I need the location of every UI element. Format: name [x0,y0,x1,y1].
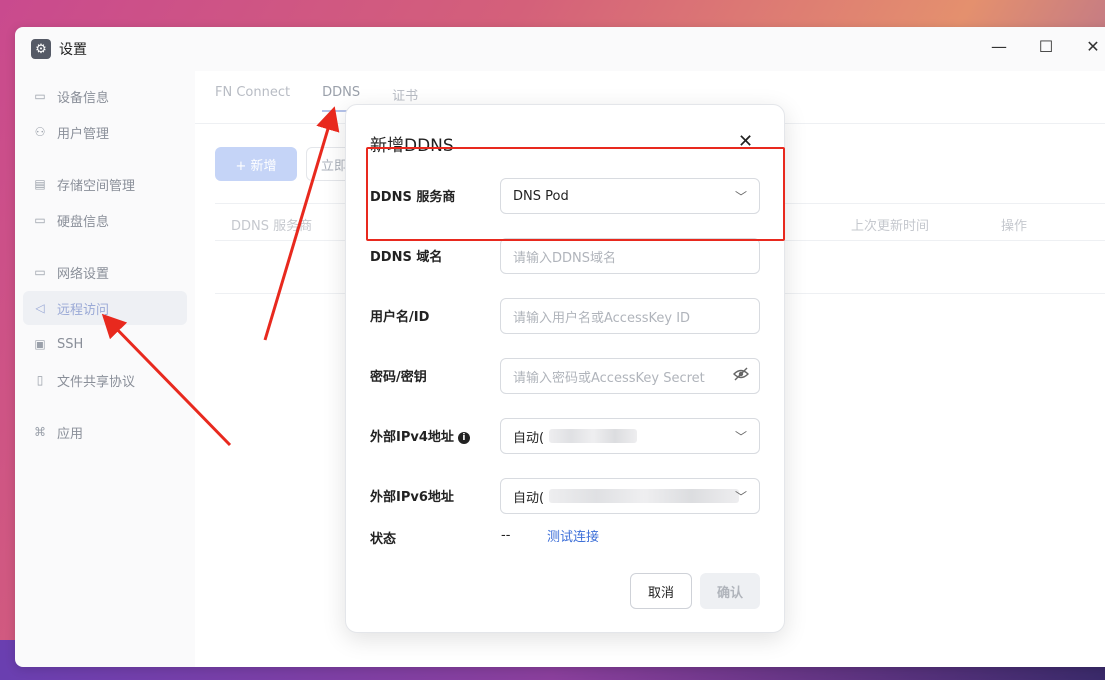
close-button[interactable]: ✕ [1081,37,1105,56]
domain-input[interactable]: 请输入DDNS域名 [500,238,760,274]
test-connection-link[interactable]: 测试连接 [547,526,599,545]
column-header: 上次更新时间 [851,219,930,234]
sidebar-item-storage[interactable]: ▤ 存储空间管理 [23,167,187,201]
column-header: DDNS 服务商 [231,219,313,234]
status-label: 状态 [370,532,397,547]
confirm-button[interactable]: 确认 [700,573,760,609]
minimize-button[interactable]: — [987,37,1011,56]
ipv6-value: 自动( [513,490,545,506]
sidebar-item-label: SSH [57,336,84,352]
sidebar-item-label: 应用 [57,426,84,442]
password-label: 密码/密钥 [370,370,427,385]
sidebar-item-file-sharing[interactable]: ▯ 文件共享协议 [23,363,187,397]
network-icon: ▭ [34,265,46,279]
gear-icon: ⚙ [31,39,51,59]
chevron-down-icon: ﹀ [734,430,747,444]
domain-label: DDNS 域名 [370,250,443,265]
sidebar-item-ssh[interactable]: ▣ SSH [23,327,187,361]
sidebar-item-user-management[interactable]: ⚇ 用户管理 [23,115,187,149]
ipv4-row: 外部IPv4地址 i 自动( ﹀ [370,418,762,454]
sidebar-item-label: 网络设置 [57,266,110,282]
password-placeholder: 请输入密码或AccessKey Secret [513,370,705,386]
sidebar-item-remote-access[interactable]: ◁ 远程访问 [23,291,187,325]
ipv4-label: 外部IPv4地址 i [370,426,470,445]
maximize-button[interactable]: ☐ [1034,37,1058,56]
sidebar-item-label: 硬盘信息 [57,214,110,230]
ipv4-value: 自动( [513,430,545,446]
redacted-area [549,429,637,443]
storage-icon: ▤ [34,177,46,191]
ipv6-label: 外部IPv6地址 [370,490,454,505]
window-title: 设置 [59,42,87,58]
provider-select[interactable]: DNS Pod ﹀ [500,178,760,214]
provider-row: DDNS 服务商 DNS Pod ﹀ [370,178,762,214]
status-row: 状态 -- 测试连接 [370,520,762,556]
column-header: 操作 [1001,219,1028,234]
add-button[interactable]: + 新增 [215,147,297,181]
apps-icon: ⌘ [34,425,46,439]
username-input[interactable]: 请输入用户名或AccessKey ID [500,298,760,334]
file-icon: ▯ [36,373,44,387]
chevron-down-icon: ﹀ [734,190,747,204]
add-ddns-dialog: 新增DDNS ✕ DDNS 服务商 DNS Pod ﹀ DDNS 域名 请输入D… [345,104,785,633]
password-input[interactable]: 请输入密码或AccessKey Secret [500,358,760,394]
eye-off-icon[interactable] [733,367,749,385]
close-icon[interactable]: ✕ [738,131,753,152]
dialog-title: 新增DDNS [370,136,454,156]
sidebar-item-label: 文件共享协议 [57,374,136,390]
terminal-icon: ▣ [34,337,46,351]
username-row: 用户名/ID 请输入用户名或AccessKey ID [370,298,762,334]
info-icon[interactable]: i [457,431,470,444]
ipv6-row: 外部IPv6地址 自动( ﹀ [370,478,762,514]
provider-label: DDNS 服务商 [370,190,456,205]
sidebar-item-label: 存储空间管理 [57,178,136,194]
sidebar-item-apps[interactable]: ⌘ 应用 [23,415,187,449]
redacted-area [549,489,739,503]
sidebar-item-network[interactable]: ▭ 网络设置 [23,255,187,289]
tab-fn-connect[interactable]: FN Connect [215,85,290,112]
sidebar-item-label: 远程访问 [57,302,110,318]
status-value: -- [501,528,511,543]
provider-value: DNS Pod [513,188,569,204]
username-label: 用户名/ID [370,310,430,325]
domain-row: DDNS 域名 请输入DDNS域名 [370,238,762,274]
disk-icon: ▭ [34,213,46,227]
user-icon: ⚇ [34,125,46,139]
ipv6-select[interactable]: 自动( ﹀ [500,478,760,514]
monitor-icon: ▭ [34,89,46,103]
sidebar-item-disk-info[interactable]: ▭ 硬盘信息 [23,203,187,237]
sidebar-item-label: 设备信息 [57,90,110,106]
sidebar-item-device-info[interactable]: ▭ 设备信息 [23,79,187,113]
password-row: 密码/密钥 请输入密码或AccessKey Secret [370,358,762,394]
chevron-down-icon: ﹀ [734,490,747,504]
sidebar-item-label: 用户管理 [57,126,110,142]
send-icon: ◁ [35,301,45,315]
title-bar: ⚙ 设置 — ☐ ✕ [15,27,1105,71]
sidebar: ▭ 设备信息 ⚇ 用户管理 ▤ 存储空间管理 ▭ 硬盘信息 ▭ 网络设置 ◁ 远… [15,71,195,667]
cancel-button[interactable]: 取消 [630,573,692,609]
ipv4-select[interactable]: 自动( ﹀ [500,418,760,454]
